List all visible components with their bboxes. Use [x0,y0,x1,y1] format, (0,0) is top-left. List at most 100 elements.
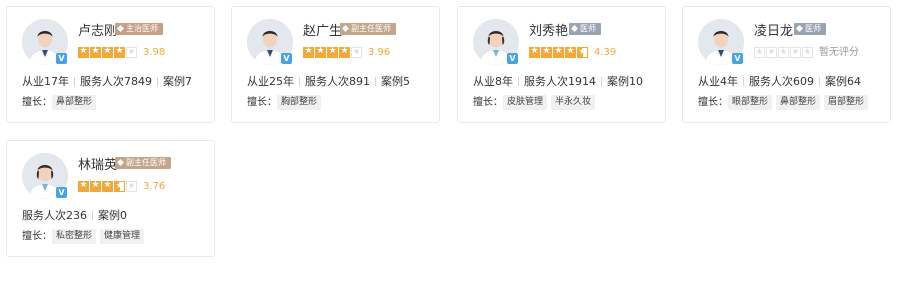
star-icon [327,46,338,58]
skill-tag[interactable]: 眼部整形 [728,95,773,110]
star-icon [577,47,588,58]
skills-label: 擅长： [473,97,503,108]
doctor-title-badge: 医师 [569,23,601,35]
skills-label: 擅长： [247,97,277,108]
doctor-title-badge: 副主任医师 [340,23,396,35]
skills-label: 擅长： [698,97,728,108]
verified-badge: V [56,53,67,64]
stat-item: 案例0 [98,209,127,222]
rating-score: 3.98 [143,47,166,58]
divider [74,77,75,86]
doctor-stats: 从业25年 服务人次891 案例5 [247,73,410,89]
doctor-stats: 服务人次236 案例0 [22,207,127,223]
stat-item: 案例10 [607,75,643,88]
star-icon [78,46,89,58]
stat-item: 案例64 [825,75,861,88]
star-icon [90,46,101,58]
skill-tag[interactable]: 半永久妆 [551,95,596,110]
star-icon [315,46,326,58]
star-icon [790,46,801,58]
rating: 3.96 [303,46,391,59]
doctor-skills: 擅长： 鼻部整形 [22,95,100,110]
divider [157,77,158,86]
stat-item: 案例7 [163,75,192,88]
star-icon [529,46,540,58]
verified-badge: V [732,53,743,64]
star-icon [102,46,113,58]
doctor-skills: 擅长： 眼部整形 鼻部整形 眉部整形 [698,95,872,110]
skill-tag[interactable]: 眉部整形 [824,95,869,110]
star-icon [303,46,314,58]
doctor-name[interactable]: 刘秀艳 [529,20,568,39]
doctor-stats: 从业17年 服务人次7849 案例7 [22,73,192,89]
rating-score: 4.39 [594,47,617,58]
star-icon [565,46,576,58]
verified-badge: V [56,187,67,198]
star-icon [114,46,125,58]
skill-tag[interactable]: 皮肤管理 [503,95,548,110]
doctor-name[interactable]: 赵广生 [303,20,342,39]
stat-item: 案例5 [381,75,410,88]
doctor-title-badge: 副主任医师 [115,157,171,169]
verified-badge: V [507,53,518,64]
stat-item: 服务人次891 [305,75,370,88]
doctor-title-badge: 主治医师 [115,23,163,35]
star-icon [802,46,813,58]
rating-score: 3.96 [368,47,391,58]
divider [299,77,300,86]
doctor-card[interactable]: V 凌日龙医师暂无评分从业4年服务人次609 案例64 擅长：眼部整形鼻部整形眉部整形 [682,6,891,123]
star-icon [102,180,113,192]
divider [375,77,376,86]
doctor-card[interactable]: V 刘秀艳医师 4.39 从业8年服务人次1914 案例10 擅长：皮肤管理半永久妆 [457,6,666,123]
divider [819,77,820,86]
doctor-card[interactable]: V 林瑞英副主任医师 3.76 服务人次236 案例0 擅长：私密整形健康管理 [6,140,215,257]
star-icon [754,46,765,58]
doctor-skills: 擅长： 皮肤管理 半永久妆 [473,95,599,110]
doctor-skills: 擅长： 胸部整形 [247,95,325,110]
star-icon [778,46,789,58]
divider [601,77,602,86]
divider [92,211,93,220]
doctor-name[interactable]: 林瑞英 [78,154,117,173]
doctor-stats: 从业8年 服务人次1914 案例10 [473,73,643,89]
doctor-title-badge: 医师 [794,23,826,35]
star-icon [541,46,552,58]
skill-tag[interactable]: 鼻部整形 [776,95,821,110]
skill-tag[interactable]: 胸部整形 [277,95,322,110]
stat-item: 从业8年 [473,75,513,88]
rating: 暂无评分 [754,46,859,59]
star-icon [78,180,89,192]
stat-item: 从业25年 [247,75,294,88]
stat-item: 服务人次1914 [524,75,596,88]
skill-tag[interactable]: 健康管理 [100,229,145,244]
rating: 3.98 [78,46,166,59]
skill-tag[interactable]: 鼻部整形 [52,95,97,110]
stat-item: 从业17年 [22,75,69,88]
divider [743,77,744,86]
stat-item: 服务人次7849 [80,75,152,88]
star-icon [553,46,564,58]
rating-score: 3.76 [143,181,166,192]
star-icon [90,180,101,192]
star-icon [351,46,362,58]
star-icon [339,46,350,58]
verified-badge: V [281,53,292,64]
doctor-name[interactable]: 凌日龙 [754,20,793,39]
skill-tag[interactable]: 私密整形 [52,229,97,244]
rating: 4.39 [529,46,617,59]
skills-label: 擅长： [22,97,52,108]
divider [518,77,519,86]
star-icon [126,46,137,58]
skills-label: 擅长： [22,231,52,242]
doctor-card[interactable]: V 赵广生副主任医师 3.96 从业25年服务人次891 案例5 擅长：胸部整形 [231,6,440,123]
doctor-stats: 从业4年 服务人次609 案例64 [698,73,861,89]
stat-item: 从业4年 [698,75,738,88]
star-icon [114,181,125,192]
star-icon [126,180,137,192]
stat-item: 服务人次236 [22,209,87,222]
rating: 3.76 [78,180,166,193]
doctor-card[interactable]: V 卢志刚主治医师 3.98 从业17年服务人次7849 案例7 擅长：鼻部整形 [6,6,215,123]
doctor-skills: 擅长： 私密整形 健康管理 [22,229,148,244]
rating-score: 暂无评分 [819,47,859,58]
doctor-name[interactable]: 卢志刚 [78,20,117,39]
